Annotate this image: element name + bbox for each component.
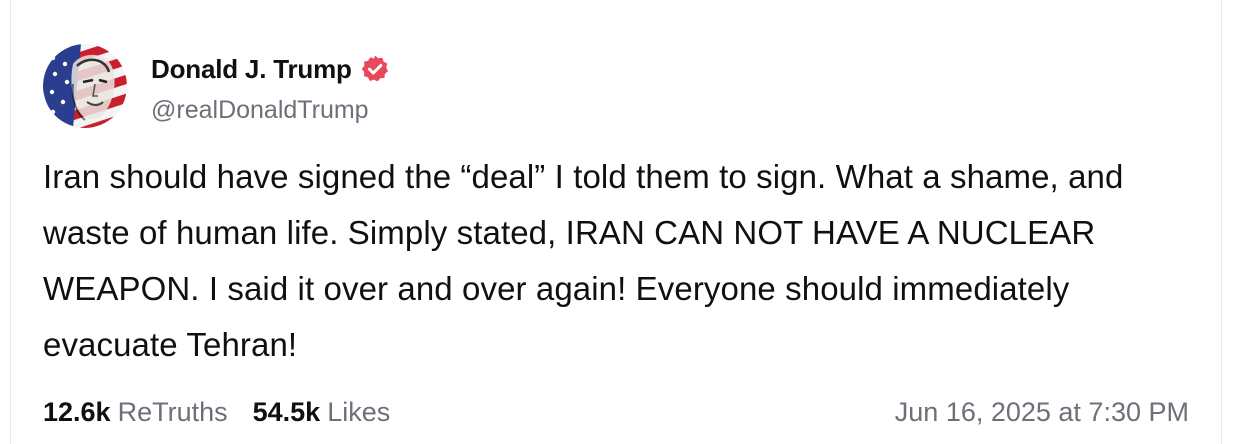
post-timestamp[interactable]: Jun 16, 2025 at 7:30 PM [895, 392, 1189, 432]
post-card: Donald J. Trump @realDonaldTrump Iran sh… [10, 0, 1222, 444]
verified-badge-icon [360, 54, 390, 84]
avatar[interactable] [43, 44, 127, 128]
author-handle[interactable]: @realDonaldTrump [151, 96, 369, 125]
author-display-name[interactable]: Donald J. Trump [151, 54, 352, 85]
likes-label[interactable]: Likes [327, 397, 390, 428]
post-stats: 12.6k ReTruths 54.5k Likes [43, 392, 390, 432]
author-name-row: Donald J. Trump [151, 50, 390, 88]
post-body-text: Iran should have signed the “deal” I tol… [43, 158, 1124, 363]
retruths-label[interactable]: ReTruths [118, 397, 228, 428]
likes-count[interactable]: 54.5k [253, 397, 321, 428]
retruths-count[interactable]: 12.6k [43, 397, 111, 428]
